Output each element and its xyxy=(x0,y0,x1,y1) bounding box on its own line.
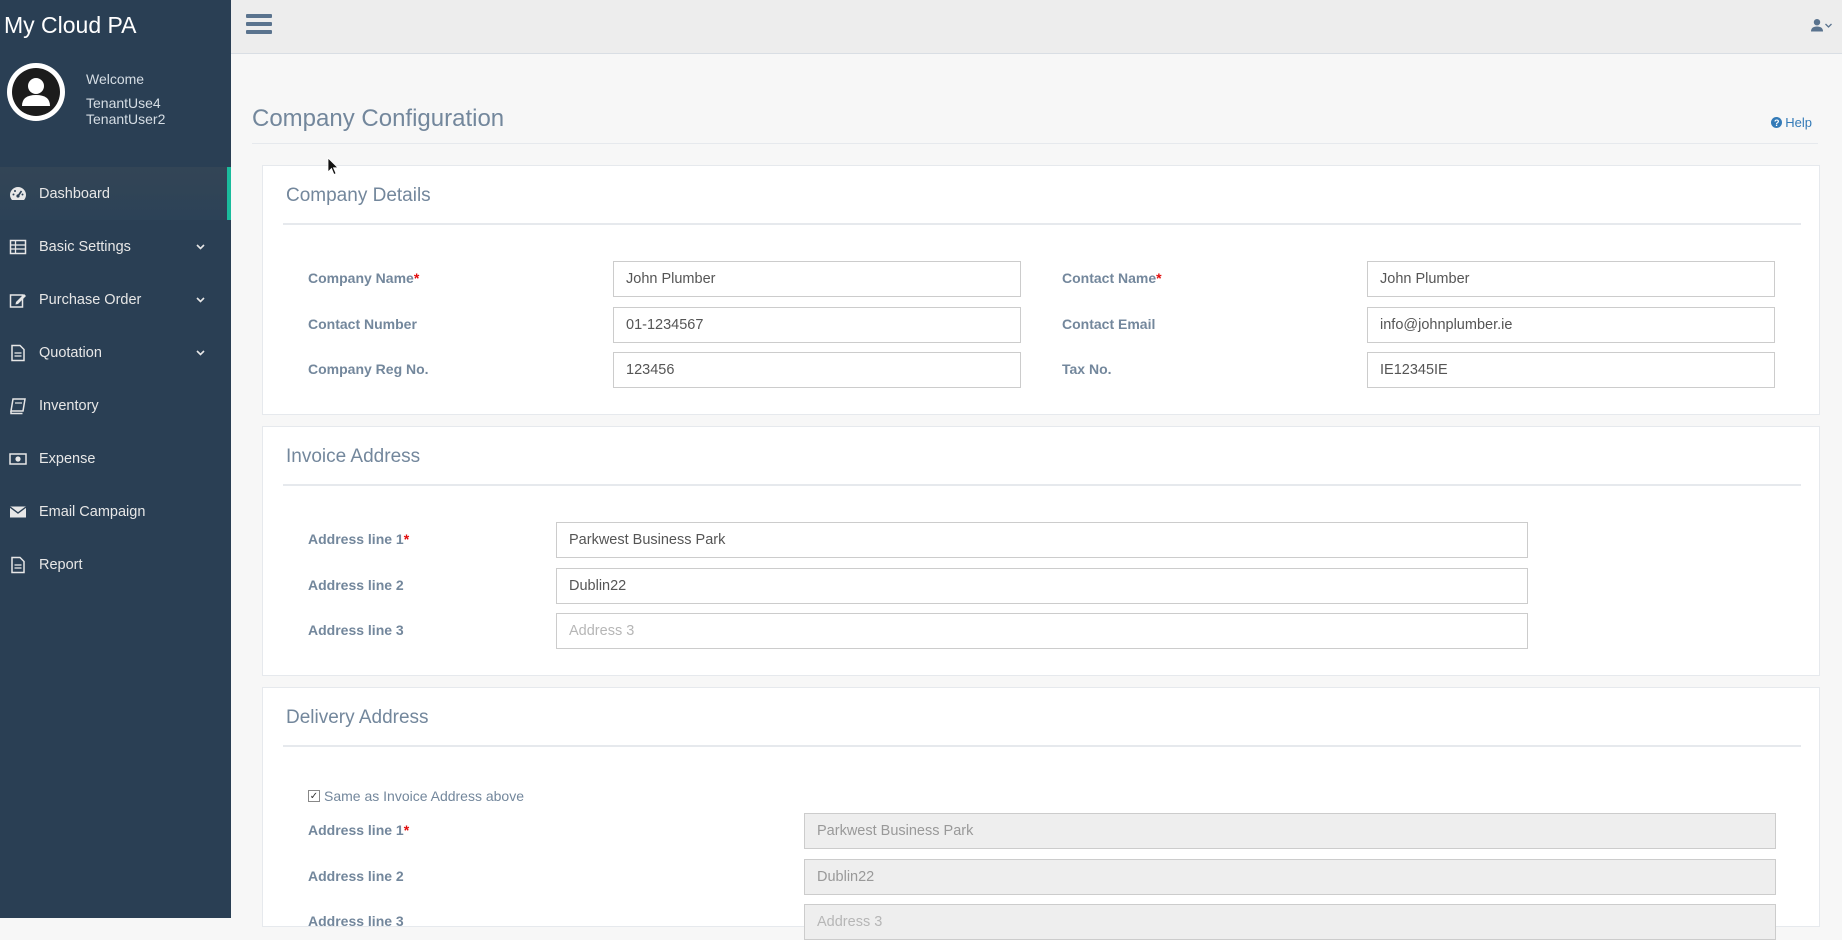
document-icon xyxy=(9,556,27,574)
company-reg-label: Company Reg No. xyxy=(308,361,429,377)
envelope-icon xyxy=(9,503,27,521)
menu-toggle-icon[interactable] xyxy=(246,14,272,36)
chevron-down-icon xyxy=(196,243,205,250)
delivery-address-line-1-label: Address line 1* xyxy=(308,822,410,838)
sidebar-item-label: Email Campaign xyxy=(39,503,146,520)
question-circle-icon: ? xyxy=(1771,117,1783,128)
chevron-down-icon xyxy=(196,296,205,303)
invoice-address-line-1-label: Address line 1* xyxy=(308,531,410,547)
tax-no-label: Tax No. xyxy=(1062,361,1112,377)
sidebar-item-inventory[interactable]: Inventory xyxy=(0,379,231,432)
mouse-cursor-icon xyxy=(327,157,339,176)
sidebar: My Cloud PA Welcome TenantUse4 TenantUse… xyxy=(0,0,231,918)
delivery-address-line-3-input xyxy=(804,904,1776,940)
company-reg-input[interactable] xyxy=(613,352,1021,388)
section-divider xyxy=(283,484,1801,486)
invoice-address-line-2-label: Address line 2 xyxy=(308,577,404,593)
same-as-invoice-checkbox[interactable]: ✓ Same as Invoice Address above xyxy=(308,788,524,804)
sidebar-item-report[interactable]: Report xyxy=(0,538,231,591)
chevron-down-icon xyxy=(196,349,205,356)
delivery-address-panel: Delivery Address ✓ Same as Invoice Addre… xyxy=(262,687,1820,940)
sidebar-item-basic-settings[interactable]: Basic Settings xyxy=(0,220,231,273)
delivery-address-line-2-input xyxy=(804,859,1776,895)
delivery-address-line-3-label: Address line 3 xyxy=(308,913,404,929)
contact-email-label: Contact Email xyxy=(1062,316,1156,332)
edit-icon xyxy=(9,291,27,309)
sidebar-item-label: Inventory xyxy=(39,397,99,414)
delivery-address-line-1-input xyxy=(804,813,1776,849)
section-heading: Invoice Address xyxy=(286,446,421,467)
section-divider xyxy=(283,745,1801,747)
sidebar-nav: Dashboard Basic Settings Purchase Order … xyxy=(0,167,231,591)
page-title: Company Configuration xyxy=(252,105,505,132)
contact-name-input[interactable] xyxy=(1367,261,1775,297)
sidebar-item-label: Dashboard xyxy=(39,185,110,202)
help-label: Help xyxy=(1785,115,1812,130)
user-name-line-1: TenantUse4 xyxy=(86,95,161,111)
sidebar-item-label: Expense xyxy=(39,450,96,467)
help-link[interactable]: ? Help xyxy=(1771,115,1812,130)
brand-title[interactable]: My Cloud PA xyxy=(4,12,137,39)
checkbox-checked-icon[interactable]: ✓ xyxy=(308,790,320,802)
same-as-invoice-label: Same as Invoice Address above xyxy=(324,788,525,804)
user-name-line-2: TenantUser2 xyxy=(86,111,166,127)
user-silhouette-icon xyxy=(22,78,50,106)
contact-number-label: Contact Number xyxy=(308,316,417,332)
user-icon xyxy=(1811,19,1823,32)
money-icon xyxy=(9,450,27,468)
sidebar-item-label: Purchase Order xyxy=(39,291,142,308)
user-menu[interactable] xyxy=(1810,15,1836,35)
sidebar-item-label: Report xyxy=(39,556,83,573)
tax-no-input[interactable] xyxy=(1367,352,1775,388)
invoice-address-line-3-label: Address line 3 xyxy=(308,622,404,638)
top-bar xyxy=(231,0,1842,54)
invoice-address-line-3-input[interactable] xyxy=(556,613,1528,649)
sidebar-item-purchase-order[interactable]: Purchase Order xyxy=(0,273,231,326)
section-heading: Delivery Address xyxy=(286,707,429,728)
sidebar-item-label: Quotation xyxy=(39,344,102,361)
delivery-address-line-2-label: Address line 2 xyxy=(308,868,404,884)
chevron-down-icon xyxy=(1825,23,1832,28)
invoice-address-panel: Invoice Address Address line 1* Address … xyxy=(262,426,1820,676)
invoice-address-line-2-input[interactable] xyxy=(556,568,1528,604)
section-divider xyxy=(283,223,1801,225)
contact-email-input[interactable] xyxy=(1367,307,1775,343)
company-details-panel: Company Details Company Name* Contact Na… xyxy=(262,165,1820,415)
contact-number-input[interactable] xyxy=(613,307,1021,343)
sidebar-item-quotation[interactable]: Quotation xyxy=(0,326,231,379)
sidebar-item-label: Basic Settings xyxy=(39,238,131,255)
dashboard-icon xyxy=(9,185,27,203)
contact-name-label: Contact Name* xyxy=(1062,270,1162,286)
invoice-address-line-1-input[interactable] xyxy=(556,522,1528,558)
sidebar-item-dashboard[interactable]: Dashboard xyxy=(0,167,231,220)
table-icon xyxy=(9,238,27,256)
company-name-input[interactable] xyxy=(613,261,1021,297)
document-icon xyxy=(9,344,27,362)
avatar xyxy=(7,63,65,121)
sidebar-item-expense[interactable]: Expense xyxy=(0,432,231,485)
section-heading: Company Details xyxy=(286,185,431,206)
sidebar-item-email-campaign[interactable]: Email Campaign xyxy=(0,485,231,538)
welcome-text: Welcome xyxy=(86,71,145,87)
title-divider xyxy=(252,143,1818,144)
company-name-label: Company Name* xyxy=(308,270,420,286)
book-icon xyxy=(9,397,27,415)
